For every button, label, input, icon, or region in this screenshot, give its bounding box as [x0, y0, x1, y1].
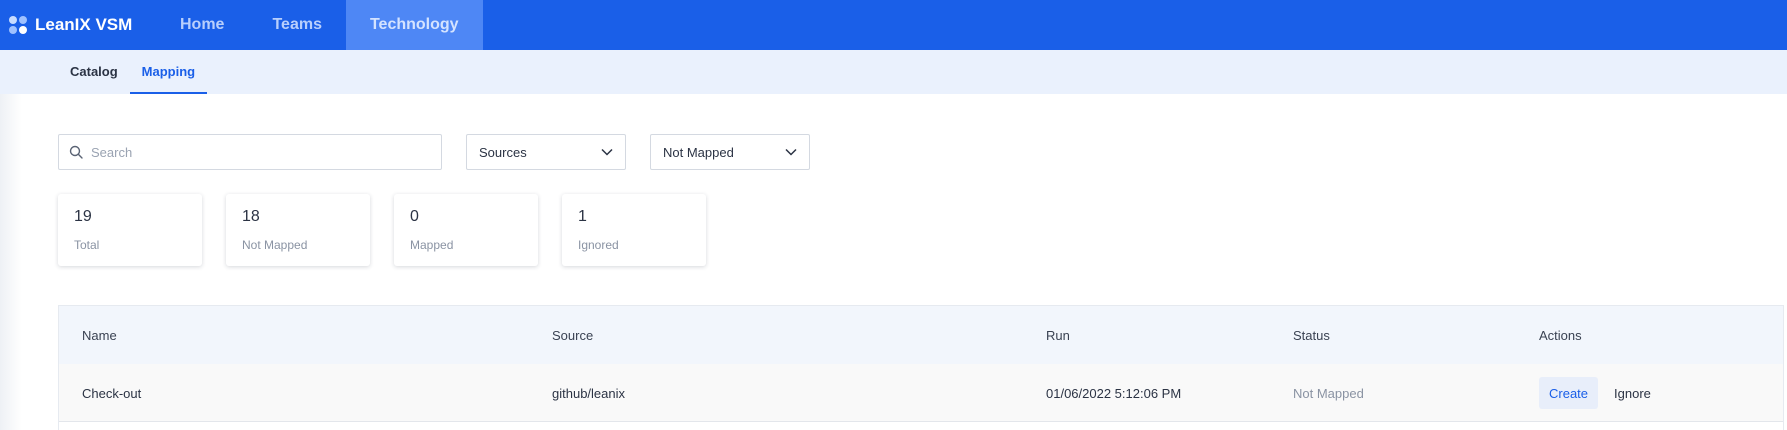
status-selected: Not Mapped: [663, 144, 734, 160]
chevron-down-icon: [785, 148, 797, 156]
column-header-run[interactable]: Run: [1046, 306, 1070, 364]
tab-catalog[interactable]: Catalog: [58, 50, 130, 94]
stat-label: Not Mapped: [242, 238, 308, 252]
stat-label: Mapped: [410, 238, 454, 252]
sources-selected: Sources: [479, 144, 527, 160]
search-icon: [69, 145, 83, 159]
nav-teams[interactable]: Teams: [248, 0, 346, 50]
column-header-actions: Actions: [1539, 327, 1582, 343]
column-header-status[interactable]: Status: [1293, 306, 1330, 364]
nav-technology[interactable]: Technology: [345, 0, 483, 50]
stat-card-mapped: 0 Mapped: [394, 194, 538, 266]
stat-value: 0: [410, 208, 419, 225]
sub-navigation: Catalog Mapping: [0, 50, 1787, 94]
stat-value: 1: [578, 208, 587, 225]
mapping-table: Name Source Run Status Actions Check-out…: [58, 305, 1784, 430]
create-button[interactable]: Create: [1539, 377, 1599, 409]
stat-card-ignored: 1 Ignored: [562, 194, 706, 266]
stat-card-total: 19 Total: [58, 194, 202, 266]
column-header-name[interactable]: Name: [82, 306, 117, 364]
row-run: 01/06/2022 5:12:06 PM: [1046, 385, 1182, 401]
column-header-source[interactable]: Source: [552, 306, 593, 364]
sources-dropdown[interactable]: Sources: [466, 134, 626, 170]
stat-card-not-mapped: 18 Not Mapped: [226, 194, 370, 266]
left-edge-shadow: [0, 50, 22, 430]
stat-label: Total: [74, 238, 100, 252]
status-dropdown[interactable]: Not Mapped: [650, 134, 810, 170]
top-navigation: LeanIX VSM Home Teams Technology: [0, 0, 1787, 50]
row-actions: Create Ignore: [1539, 364, 1661, 422]
stat-value: 18: [242, 208, 260, 225]
stat-value: 19: [74, 208, 92, 225]
app-title: LeanIX VSM: [35, 15, 133, 34]
nav-home[interactable]: Home: [156, 0, 248, 50]
leanix-logo-icon: [9, 16, 27, 34]
search-input[interactable]: [91, 144, 421, 160]
table-header: Name Source Run Status Actions: [59, 306, 1783, 364]
search-field[interactable]: [58, 134, 442, 170]
row-status: Not Mapped: [1293, 385, 1364, 401]
chevron-down-icon: [601, 148, 613, 156]
brand[interactable]: LeanIX VSM: [0, 0, 156, 50]
ignore-button[interactable]: Ignore: [1604, 377, 1661, 409]
row-name: Check-out: [82, 385, 142, 401]
row-source: github/leanix: [552, 385, 625, 401]
tab-mapping[interactable]: Mapping: [129, 50, 208, 94]
table-row[interactable]: Check-out github/leanix 01/06/2022 5:12:…: [59, 364, 1783, 422]
stat-label: Ignored: [578, 238, 619, 252]
